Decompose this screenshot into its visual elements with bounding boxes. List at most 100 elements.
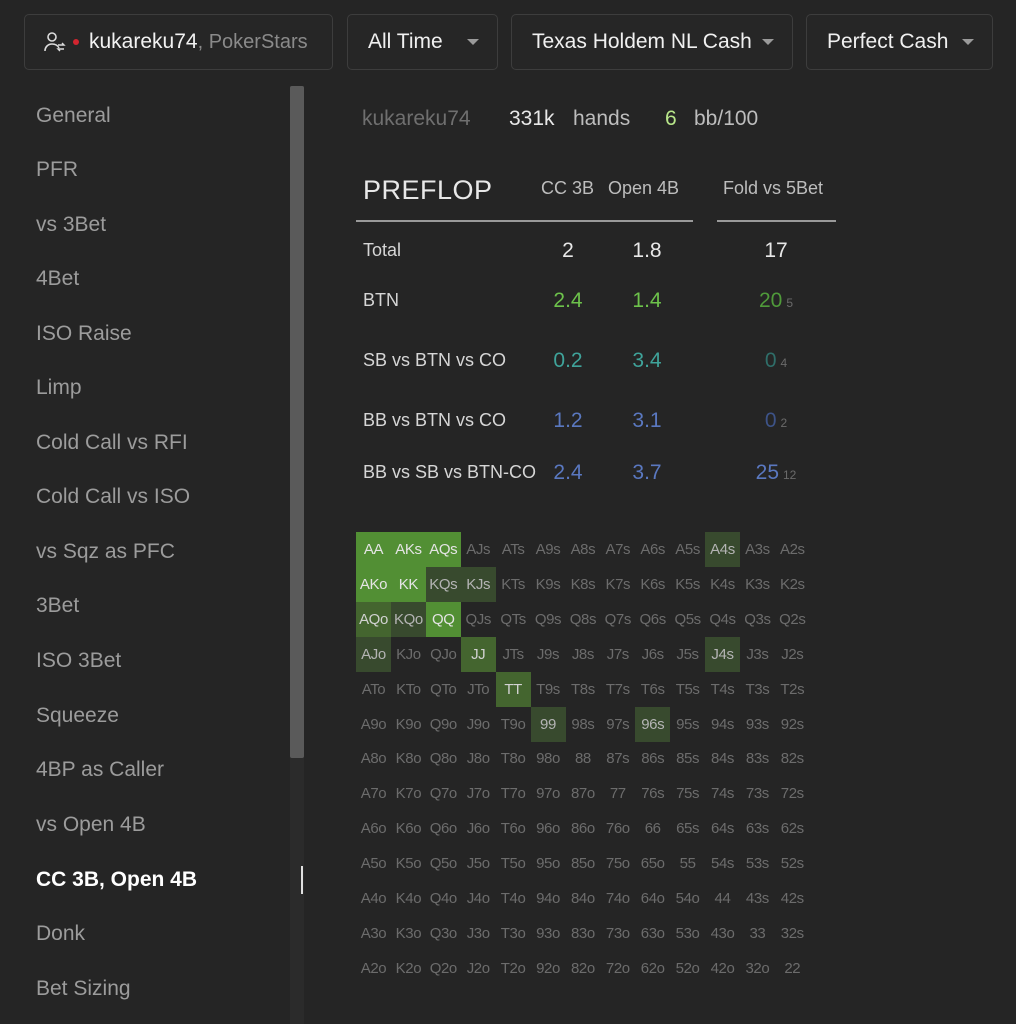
hand-cell-k9o[interactable]: K9o <box>391 707 426 742</box>
hand-cell-73o[interactable]: 73o <box>600 916 635 951</box>
hand-cell-t7o[interactable]: T7o <box>496 776 531 811</box>
hand-cell-ajo[interactable]: AJo <box>356 636 391 672</box>
hand-cell-83o[interactable]: 83o <box>565 916 600 951</box>
hand-cell-t5o[interactable]: T5o <box>496 846 531 881</box>
hand-cell-t6o[interactable]: T6o <box>496 811 531 846</box>
hand-cell-a8s[interactable]: A8s <box>565 532 600 567</box>
hand-cell-kts[interactable]: KTs <box>496 567 531 602</box>
hand-cell-t4s[interactable]: T4s <box>705 672 740 707</box>
hand-cell-97s[interactable]: 97s <box>600 707 635 742</box>
hand-cell-k5s[interactable]: K5s <box>670 567 705 602</box>
pool-filter-dropdown[interactable]: Perfect Cash <box>806 14 993 70</box>
cell-cc3b[interactable]: 1.2 <box>538 409 598 433</box>
time-filter-dropdown[interactable]: All Time <box>347 14 498 70</box>
hand-cell-92s[interactable]: 92s <box>775 707 810 742</box>
hand-cell-77[interactable]: 77 <box>600 776 635 811</box>
sidebar-scrollbar-thumb[interactable] <box>290 86 304 758</box>
hand-cell-ato[interactable]: ATo <box>356 672 391 707</box>
hand-cell-54s[interactable]: 54s <box>705 846 740 881</box>
hand-cell-q2s[interactable]: Q2s <box>775 602 810 637</box>
sidebar-item-cc-3b-open-4b[interactable]: CC 3B, Open 4B <box>36 865 197 895</box>
column-header-cc3b[interactable]: CC 3B <box>541 178 594 199</box>
hand-cell-t8s[interactable]: T8s <box>565 672 600 707</box>
hand-cell-t4o[interactable]: T4o <box>496 881 531 916</box>
hand-cell-ako[interactable]: AKo <box>356 566 391 602</box>
column-header-open4b[interactable]: Open 4B <box>608 178 679 199</box>
hand-cell-t5s[interactable]: T5s <box>670 672 705 707</box>
hand-cell-98s[interactable]: 98s <box>565 707 600 742</box>
hand-cell-53o[interactable]: 53o <box>670 916 705 951</box>
hand-cell-j3s[interactable]: J3s <box>740 637 775 672</box>
column-header-fold-vs-5bet[interactable]: Fold vs 5Bet <box>723 178 823 199</box>
hand-cell-q3s[interactable]: Q3s <box>740 602 775 637</box>
hand-cell-q8o[interactable]: Q8o <box>426 741 461 776</box>
cell-fold-vs-5bet[interactable]: 17 <box>746 239 806 263</box>
hand-cell-73s[interactable]: 73s <box>740 776 775 811</box>
hand-cell-95s[interactable]: 95s <box>670 707 705 742</box>
hand-cell-65o[interactable]: 65o <box>635 846 670 881</box>
sidebar-item-limp[interactable]: Limp <box>36 373 82 403</box>
hand-cell-72s[interactable]: 72s <box>775 776 810 811</box>
hand-cell-a8o[interactable]: A8o <box>356 741 391 776</box>
hand-cell-qq[interactable]: QQ <box>425 601 461 637</box>
hand-cell-93s[interactable]: 93s <box>740 707 775 742</box>
hand-cell-t9o[interactable]: T9o <box>496 707 531 742</box>
hand-cell-66[interactable]: 66 <box>635 811 670 846</box>
hand-cell-jts[interactable]: JTs <box>496 637 531 672</box>
hand-cell-64s[interactable]: 64s <box>705 811 740 846</box>
hand-cell-83s[interactable]: 83s <box>740 741 775 776</box>
hand-cell-qts[interactable]: QTs <box>496 602 531 637</box>
hand-cell-74s[interactable]: 74s <box>705 776 740 811</box>
cell-fold-vs-5bet[interactable]: 04 <box>746 349 806 373</box>
hand-cell-k8s[interactable]: K8s <box>565 567 600 602</box>
hand-cell-t3o[interactable]: T3o <box>496 916 531 951</box>
hand-cell-kjo[interactable]: KJo <box>391 637 426 672</box>
hand-cell-t2s[interactable]: T2s <box>775 672 810 707</box>
hand-cell-k6s[interactable]: K6s <box>635 567 670 602</box>
hand-cell-a5o[interactable]: A5o <box>356 846 391 881</box>
sidebar-item-cold-call-vs-iso[interactable]: Cold Call vs ISO <box>36 482 190 512</box>
hand-cell-k4o[interactable]: K4o <box>391 881 426 916</box>
hand-cell-k2o[interactable]: K2o <box>391 951 426 986</box>
hand-cell-92o[interactable]: 92o <box>531 951 566 986</box>
hand-cell-76s[interactable]: 76s <box>635 776 670 811</box>
hand-cell-qjs[interactable]: QJs <box>461 602 496 637</box>
hand-cell-qjo[interactable]: QJo <box>426 637 461 672</box>
cell-cc3b[interactable]: 2.4 <box>538 461 598 485</box>
hand-cell-a9o[interactable]: A9o <box>356 707 391 742</box>
sidebar-item-bet-sizing[interactable]: Bet Sizing <box>36 974 131 1004</box>
hand-cell-q5o[interactable]: Q5o <box>426 846 461 881</box>
hand-cell-88[interactable]: 88 <box>565 741 600 776</box>
hand-cell-k3o[interactable]: K3o <box>391 916 426 951</box>
sidebar-item-3bet[interactable]: 3Bet <box>36 591 79 621</box>
hand-cell-a6s[interactable]: A6s <box>635 532 670 567</box>
hand-cell-j3o[interactable]: J3o <box>461 916 496 951</box>
sidebar-item-iso-3bet[interactable]: ISO 3Bet <box>36 646 121 676</box>
player-selector[interactable]: kukareku74 , PokerStars <box>24 14 333 70</box>
hand-cell-33[interactable]: 33 <box>740 916 775 951</box>
hand-cell-jj[interactable]: JJ <box>460 636 496 672</box>
hand-cell-kqo[interactable]: KQo <box>390 601 426 637</box>
hand-cell-94o[interactable]: 94o <box>531 881 566 916</box>
hand-cell-k2s[interactable]: K2s <box>775 567 810 602</box>
hand-cell-j2s[interactable]: J2s <box>775 637 810 672</box>
hand-cell-a7o[interactable]: A7o <box>356 776 391 811</box>
hand-cell-j6s[interactable]: J6s <box>635 637 670 672</box>
hand-cell-q5s[interactable]: Q5s <box>670 602 705 637</box>
hand-cell-j8o[interactable]: J8o <box>461 741 496 776</box>
cell-open4b[interactable]: 3.7 <box>617 461 677 485</box>
hand-cell-72o[interactable]: 72o <box>600 951 635 986</box>
sidebar-item-4bp-as-caller[interactable]: 4BP as Caller <box>36 755 164 785</box>
hand-cell-kk[interactable]: KK <box>390 566 426 602</box>
hand-cell-k9s[interactable]: K9s <box>531 567 566 602</box>
hand-cell-87s[interactable]: 87s <box>600 741 635 776</box>
hand-cell-j4o[interactable]: J4o <box>461 881 496 916</box>
hand-cell-kqs[interactable]: KQs <box>425 566 461 602</box>
hand-cell-a9s[interactable]: A9s <box>531 532 566 567</box>
hand-cell-a7s[interactable]: A7s <box>600 532 635 567</box>
sidebar-item-vs-3bet[interactable]: vs 3Bet <box>36 210 106 240</box>
sidebar-item-general[interactable]: General <box>36 101 111 131</box>
hand-cell-a6o[interactable]: A6o <box>356 811 391 846</box>
hand-cell-qto[interactable]: QTo <box>426 672 461 707</box>
hand-cell-q8s[interactable]: Q8s <box>565 602 600 637</box>
